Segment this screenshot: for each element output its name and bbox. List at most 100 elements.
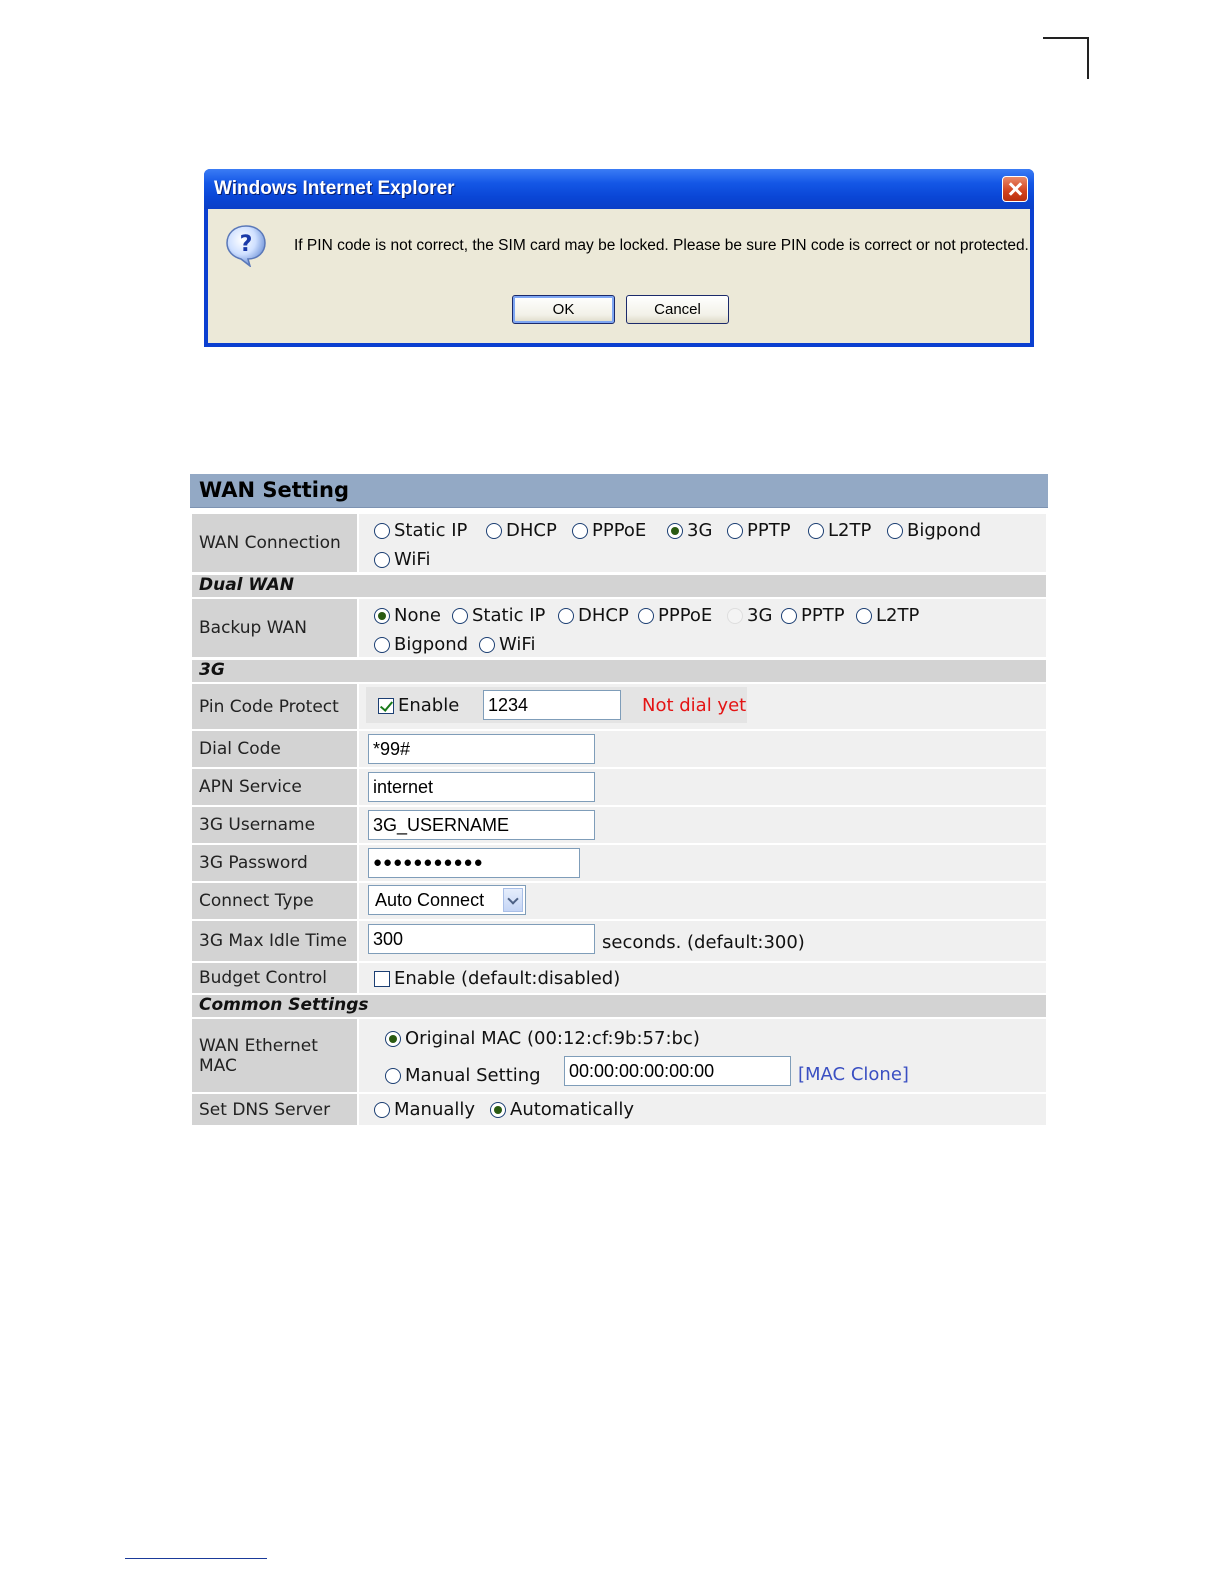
confirm-dialog: Windows Internet Explorer ? If PIN code …	[204, 169, 1034, 347]
max-idle-value: 300 seconds. (default:300)	[359, 921, 1046, 961]
close-icon[interactable]	[1002, 176, 1028, 202]
radio-icon[interactable]	[887, 522, 903, 539]
connect-type-select[interactable]: Auto Connect	[368, 885, 526, 915]
backup-wan-l2tp[interactable]: L2TP	[856, 605, 919, 626]
pin-code-row: Pin Code Protect Enable 1234 Not dial ye…	[190, 684, 1046, 729]
password-row: 3G Password ●●●●●●●●●●●	[190, 845, 1046, 881]
connect-type-selected: Auto Connect	[375, 890, 485, 910]
apn-service-value: internet	[359, 769, 1046, 805]
dns-row: Set DNS Server Manually Automatically	[190, 1094, 1046, 1125]
backup-wan-none[interactable]: None	[374, 605, 441, 626]
backup-wan-static-ip[interactable]: Static IP	[452, 605, 545, 626]
apn-service-label: APN Service	[192, 769, 357, 805]
dns-value: Manually Automatically	[359, 1094, 1046, 1125]
radio-icon[interactable]	[385, 1067, 401, 1084]
backup-wan-pppoe[interactable]: PPPoE	[638, 605, 712, 626]
max-idle-input[interactable]: 300	[368, 924, 595, 954]
radio-selected-icon[interactable]	[490, 1101, 506, 1118]
password-input[interactable]: ●●●●●●●●●●●	[368, 848, 580, 878]
ok-button[interactable]: OK	[512, 295, 615, 324]
backup-wan-label: Backup WAN	[192, 599, 357, 657]
panel-header: WAN Setting	[190, 474, 1048, 508]
dialog-message: If PIN code is not correct, the SIM card…	[294, 237, 1029, 254]
radio-icon[interactable]	[808, 522, 824, 539]
wan-connection-dhcp[interactable]: DHCP	[486, 520, 557, 541]
pin-code-value: Enable 1234 Not dial yet	[359, 684, 1046, 729]
dial-code-value: *99#	[359, 731, 1046, 767]
wan-mac-value: Original MAC (00:12:cf:9b:57:bc) Manual …	[359, 1019, 1046, 1092]
radio-icon[interactable]	[727, 522, 743, 539]
budget-enable-checkbox[interactable]: Enable (default:disabled)	[374, 968, 620, 989]
wan-connection-bigpond[interactable]: Bigpond	[887, 520, 981, 541]
wan-setting-panel: WAN Setting WAN Connection Static IP DHC…	[190, 474, 1048, 1125]
wan-mac-label: WAN Ethernet MAC	[192, 1019, 357, 1092]
pin-code-group: Enable 1234 Not dial yet	[366, 687, 747, 723]
radio-selected-icon[interactable]	[667, 522, 683, 539]
pin-enable-checkbox[interactable]: Enable	[378, 695, 459, 716]
mac-manual-input[interactable]: 00:00:00:00:00:00	[564, 1056, 791, 1086]
connect-type-value: Auto Connect	[359, 883, 1046, 919]
page-title: WAN Setting	[199, 478, 349, 502]
connect-type-label: Connect Type	[192, 883, 357, 919]
wan-connection-pptp[interactable]: PPTP	[727, 520, 791, 541]
radio-icon[interactable]	[638, 607, 654, 624]
backup-wan-wifi[interactable]: WiFi	[479, 634, 535, 655]
chevron-down-icon[interactable]	[503, 888, 523, 912]
backup-wan-bigpond[interactable]: Bigpond	[374, 634, 468, 655]
section-dual-wan: Dual WAN	[192, 575, 1046, 597]
budget-control-row: Budget Control Enable (default:disabled)	[190, 963, 1046, 993]
password-value: ●●●●●●●●●●●	[359, 845, 1046, 881]
wan-connection-row: WAN Connection Static IP DHCP PPPoE 3G P…	[190, 514, 1046, 572]
backup-wan-pptp[interactable]: PPTP	[781, 605, 845, 626]
radio-disabled-icon	[727, 607, 743, 624]
backup-wan-row: Backup WAN None Static IP DHCP PPPoE 3G …	[190, 599, 1046, 657]
username-row: 3G Username 3G_USERNAME	[190, 807, 1046, 843]
apn-service-input[interactable]: internet	[368, 772, 595, 802]
wan-connection-static-ip[interactable]: Static IP	[374, 520, 467, 541]
dns-auto-radio[interactable]: Automatically	[490, 1099, 634, 1120]
wan-connection-3g[interactable]: 3G	[667, 520, 712, 541]
checkbox-icon[interactable]	[374, 970, 390, 987]
section-3g: 3G	[192, 660, 1046, 682]
wan-connection-label: WAN Connection	[192, 514, 357, 572]
checkbox-checked-icon[interactable]	[378, 697, 394, 714]
radio-icon[interactable]	[558, 607, 574, 624]
radio-icon[interactable]	[486, 522, 502, 539]
wan-mac-row: WAN Ethernet MAC Original MAC (00:12:cf:…	[190, 1019, 1046, 1092]
pin-code-input[interactable]: 1234	[483, 690, 621, 720]
pin-code-label: Pin Code Protect	[192, 684, 357, 729]
radio-icon[interactable]	[781, 607, 797, 624]
mac-manual-radio[interactable]: Manual Setting	[385, 1065, 541, 1086]
wan-connection-wifi[interactable]: WiFi	[374, 549, 430, 570]
dial-code-label: Dial Code	[192, 731, 357, 767]
mac-clone-link[interactable]: [MAC Clone]	[798, 1064, 909, 1085]
dial-code-input[interactable]: *99#	[368, 734, 595, 764]
radio-icon[interactable]	[856, 607, 872, 624]
radio-icon[interactable]	[374, 551, 390, 568]
mac-original-radio[interactable]: Original MAC (00:12:cf:9b:57:bc)	[385, 1028, 700, 1049]
max-idle-hint: seconds. (default:300)	[602, 932, 805, 953]
radio-icon[interactable]	[572, 522, 588, 539]
dialog-titlebar[interactable]: Windows Internet Explorer	[204, 169, 1034, 209]
radio-icon[interactable]	[374, 522, 390, 539]
radio-icon[interactable]	[374, 1101, 390, 1118]
radio-selected-icon[interactable]	[374, 607, 390, 624]
password-label: 3G Password	[192, 845, 357, 881]
username-input[interactable]: 3G_USERNAME	[368, 810, 595, 840]
svg-text:?: ?	[240, 232, 253, 257]
budget-control-label: Budget Control	[192, 963, 357, 993]
cancel-button[interactable]: Cancel	[626, 295, 729, 324]
radio-icon[interactable]	[452, 607, 468, 624]
radio-icon[interactable]	[479, 636, 495, 653]
backup-wan-dhcp[interactable]: DHCP	[558, 605, 629, 626]
crop-mark	[1043, 37, 1089, 39]
footer-rule	[125, 1558, 267, 1559]
apn-service-row: APN Service internet	[190, 769, 1046, 805]
username-value: 3G_USERNAME	[359, 807, 1046, 843]
wan-connection-pppoe[interactable]: PPPoE	[572, 520, 646, 541]
budget-control-value: Enable (default:disabled)	[359, 963, 1046, 993]
dns-manual-radio[interactable]: Manually	[374, 1099, 475, 1120]
radio-icon[interactable]	[374, 636, 390, 653]
wan-connection-l2tp[interactable]: L2TP	[808, 520, 871, 541]
radio-selected-icon[interactable]	[385, 1030, 401, 1047]
